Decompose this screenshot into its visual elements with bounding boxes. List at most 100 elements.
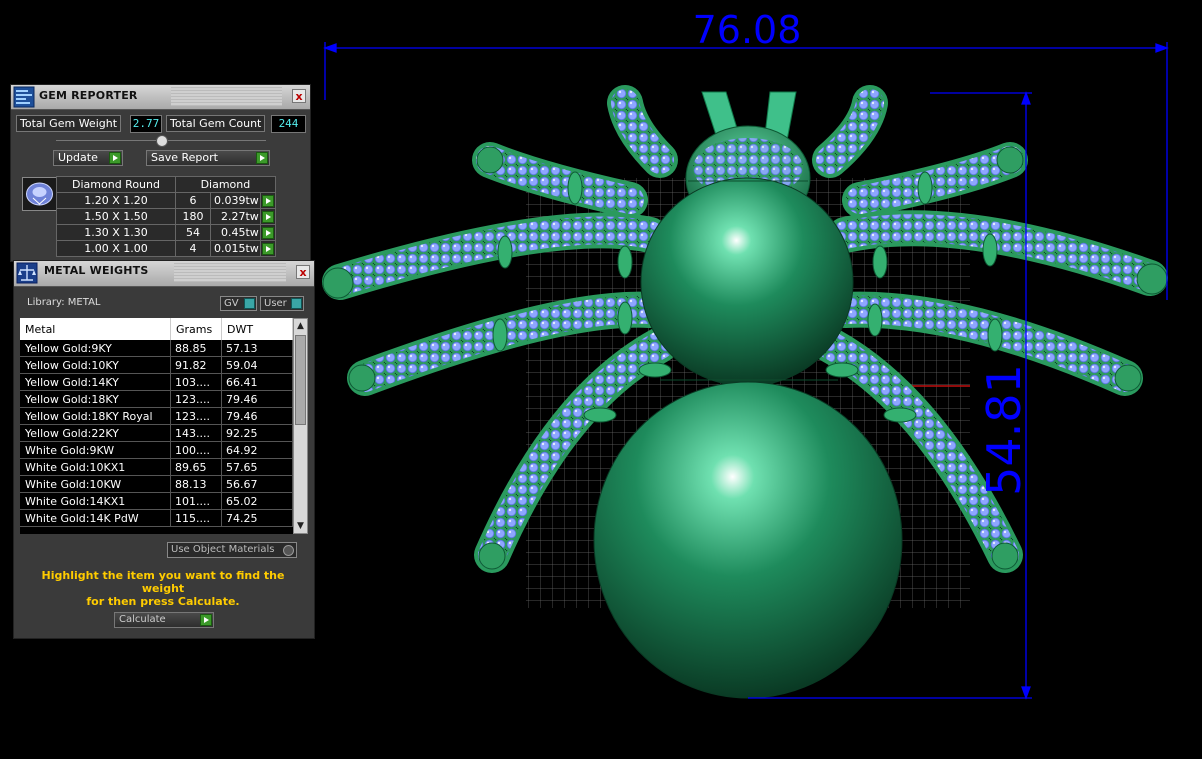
calculate-hint: Highlight the item you want to find the …: [20, 569, 306, 608]
use-object-materials-label: Use Object Materials: [171, 544, 275, 555]
gem-count: 54: [175, 224, 211, 241]
metal-grams: 88.13: [170, 475, 222, 493]
metal-weights-title: METAL WEIGHTS: [44, 264, 149, 277]
scroll-thumb[interactable]: [295, 335, 306, 425]
gem-weight: 0.45tw: [210, 224, 261, 241]
gem-count: 180: [175, 208, 211, 225]
metal-column-header[interactable]: Metal: [20, 318, 171, 340]
table-row[interactable]: Yellow Gold:22KY 143.... 92.25: [20, 424, 293, 442]
update-button-label: Update: [58, 151, 98, 164]
total-gem-weight-label: Total Gem Weight: [16, 115, 122, 132]
select-gem-button[interactable]: [259, 240, 276, 257]
metal-grams: 115....: [170, 509, 222, 527]
save-report-button-label: Save Report: [151, 151, 218, 164]
table-row[interactable]: White Gold:10KX1 89.65 57.65: [20, 458, 293, 476]
table-row[interactable]: Yellow Gold:9KY 88.85 57.13: [20, 340, 293, 357]
gem-shape-header: Diamond Round: [56, 176, 176, 193]
select-gem-button[interactable]: [259, 208, 276, 225]
gem-reporter-icon: [13, 86, 35, 108]
user-toggle-label: User: [264, 298, 287, 309]
metal-grams: 100....: [170, 441, 222, 459]
metal-name: Yellow Gold:22KY: [20, 424, 171, 442]
save-report-button[interactable]: Save Report: [146, 150, 270, 166]
metal-name: Yellow Gold:10KY: [20, 356, 171, 374]
metal-grams: 101....: [170, 492, 222, 510]
metal-weights-titlebar[interactable]: METAL WEIGHTS x: [14, 261, 314, 287]
spider-thorax: [640, 177, 854, 387]
table-row[interactable]: White Gold:14KX1 101.... 65.02: [20, 492, 293, 510]
metal-dwt: 79.46: [221, 390, 293, 408]
metal-dwt: 66.41: [221, 373, 293, 391]
radio-icon: [283, 545, 294, 556]
metal-dwt: 74.25: [221, 509, 293, 527]
select-gem-button[interactable]: [259, 224, 276, 241]
total-gem-count-value: 244: [271, 115, 306, 133]
library-label: Library: METAL: [27, 297, 101, 308]
gem-summary-table: Diamond Round Diamond 1.20 X 1.20 6 0.03…: [56, 176, 276, 257]
table-row[interactable]: White Gold:14K PdW 115.... 74.25: [20, 509, 293, 527]
table-row[interactable]: 1.30 X 1.30 54 0.45tw: [56, 224, 276, 241]
gem-size: 1.50 X 1.50: [56, 208, 176, 225]
metal-weights-table: Metal Grams DWT Yellow Gold:9KY 88.85 57.1…: [20, 318, 293, 527]
table-row[interactable]: Yellow Gold:10KY 91.82 59.04: [20, 356, 293, 374]
user-toggle[interactable]: User: [260, 296, 304, 311]
metal-dwt: 79.46: [221, 407, 293, 425]
scroll-up-icon[interactable]: ▲: [294, 319, 307, 333]
table-row[interactable]: White Gold:9KW 100.... 64.92: [20, 441, 293, 459]
gem-shape-thumbnail: [22, 177, 57, 211]
total-gem-weight-value: 2.77: [130, 115, 162, 133]
play-icon: [261, 227, 274, 239]
table-row[interactable]: 1.00 X 1.00 4 0.015tw: [56, 240, 276, 257]
table-row[interactable]: Yellow Gold:18KY Royal 123.... 79.46: [20, 407, 293, 425]
diamond-icon: [26, 182, 53, 206]
gem-size: 1.30 X 1.30: [56, 224, 176, 241]
table-row[interactable]: 1.50 X 1.50 180 2.27tw: [56, 208, 276, 225]
calculate-button[interactable]: Calculate: [114, 612, 214, 628]
table-row[interactable]: Yellow Gold:14KY 103.... 66.41: [20, 373, 293, 391]
scroll-down-icon[interactable]: ▼: [294, 519, 307, 533]
metal-name: Yellow Gold:18KY Royal: [20, 407, 171, 425]
metal-dwt: 57.13: [221, 340, 293, 357]
metal-grams: 91.82: [170, 356, 222, 374]
splitter-knob[interactable]: [156, 135, 168, 147]
metal-name: Yellow Gold:18KY: [20, 390, 171, 408]
metal-grams: 103....: [170, 373, 222, 391]
metal-dwt: 64.92: [221, 441, 293, 459]
metal-grams: 123....: [170, 390, 222, 408]
metal-dwt: 56.67: [221, 475, 293, 493]
metal-grams: 143....: [170, 424, 222, 442]
play-icon: [200, 614, 212, 626]
gv-toggle-label: GV: [224, 298, 239, 309]
toggle-indicator: [244, 298, 255, 309]
play-icon: [261, 195, 274, 207]
total-gem-count-label: Total Gem Count: [166, 115, 266, 132]
gem-reporter-titlebar[interactable]: GEM REPORTER x: [11, 85, 310, 110]
close-icon[interactable]: x: [292, 89, 306, 103]
metal-name: White Gold:10KX1: [20, 458, 171, 476]
calculate-button-label: Calculate: [119, 614, 166, 625]
gem-count: 6: [175, 192, 211, 209]
update-button[interactable]: Update: [53, 150, 123, 166]
metal-dwt: 92.25: [221, 424, 293, 442]
metal-name: White Gold:14K PdW: [20, 509, 171, 527]
table-row[interactable]: Yellow Gold:18KY 123.... 79.46: [20, 390, 293, 408]
scale-icon: [16, 262, 38, 284]
table-row[interactable]: White Gold:10KW 88.13 56.67: [20, 475, 293, 493]
play-icon: [256, 152, 268, 164]
gem-size: 1.00 X 1.00: [56, 240, 176, 257]
close-icon[interactable]: x: [296, 265, 310, 279]
use-object-materials-toggle[interactable]: Use Object Materials: [167, 542, 297, 558]
titlebar-grip: [174, 263, 286, 282]
grams-column-header[interactable]: Grams: [170, 318, 222, 340]
dwt-column-header[interactable]: DWT: [221, 318, 293, 340]
gem-size: 1.20 X 1.20: [56, 192, 176, 209]
metal-name: White Gold:10KW: [20, 475, 171, 493]
play-icon: [261, 243, 274, 255]
hint-line: Highlight the item you want to find the …: [41, 569, 285, 595]
gv-toggle[interactable]: GV: [220, 296, 257, 311]
metal-list-scrollbar[interactable]: ▲ ▼: [293, 318, 308, 534]
hint-line: for then press Calculate.: [86, 595, 240, 608]
gem-weight: 0.015tw: [210, 240, 261, 257]
table-row[interactable]: 1.20 X 1.20 6 0.039tw: [56, 192, 276, 209]
select-gem-button[interactable]: [259, 192, 276, 209]
